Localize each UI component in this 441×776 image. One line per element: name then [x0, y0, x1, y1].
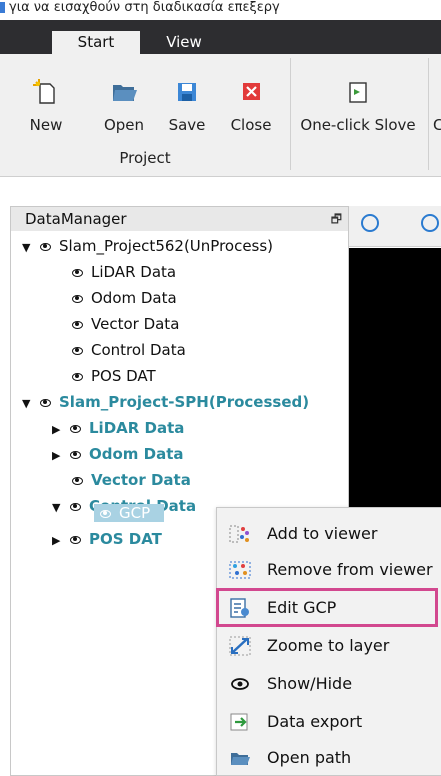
- tree-item-label: Control Data: [91, 341, 186, 359]
- new-file-icon: [32, 78, 60, 106]
- project-name: Slam_Project562(UnProcess): [59, 237, 274, 255]
- save-disk-icon: [173, 78, 201, 106]
- eye-icon[interactable]: [72, 268, 83, 277]
- tree-child-item[interactable]: POS DAT: [72, 363, 156, 389]
- one-click-solve-icon: [344, 78, 372, 106]
- tree-item-label: Odom Data: [91, 289, 177, 307]
- collapsed-arrow-icon[interactable]: ▶: [52, 417, 66, 443]
- zoom-out-icon[interactable]: [421, 214, 439, 232]
- edit-gcp-highlight-box: [216, 588, 438, 627]
- project-group-label: Project: [119, 149, 171, 167]
- tree-child-item[interactable]: ▶ Odom Data: [52, 441, 184, 467]
- tree-child-item[interactable]: Vector Data: [72, 467, 191, 493]
- data-manager-title: DataManager: [25, 210, 127, 228]
- tree-item-label: Vector Data: [91, 471, 191, 489]
- top-text-strip: για να εισαχθούν στη διαδικασία επεξεργ: [0, 0, 441, 20]
- tree-gcp-item[interactable]: GCP: [94, 500, 165, 526]
- context-menu: Add to viewer Remove from viewer Edit GC…: [216, 507, 441, 776]
- eye-icon[interactable]: [72, 320, 83, 329]
- menu-item-label: Open path: [267, 748, 352, 767]
- tree-child-item[interactable]: ▶ LiDAR Data: [52, 415, 184, 441]
- tree-item-label: LiDAR Data: [89, 419, 185, 437]
- open-folder-icon: [110, 78, 138, 106]
- save-label: Save: [168, 116, 206, 134]
- eye-icon[interactable]: [70, 535, 81, 544]
- ribbon-separator: [428, 58, 429, 170]
- folder-icon: [231, 753, 250, 765]
- ribbon: New Open Save Close One-click Slove C Pr…: [0, 54, 441, 177]
- eye-icon[interactable]: [40, 398, 51, 407]
- menu-item-label: Show/Hide: [267, 674, 353, 693]
- tree-item-label: GCP: [119, 504, 151, 522]
- eye-icon[interactable]: [72, 346, 83, 355]
- eye-icon[interactable]: [72, 294, 83, 303]
- tree-project-item[interactable]: ▼ Slam_Project562(UnProcess): [22, 233, 273, 259]
- new-label: New: [29, 116, 63, 134]
- remove-from-viewer-icon: [229, 561, 251, 579]
- menu-item-label: Remove from viewer: [267, 560, 433, 579]
- zoom-to-layer-icon: [229, 636, 251, 656]
- tab-view[interactable]: View: [152, 31, 216, 55]
- open-label: Open: [103, 116, 145, 134]
- overflow-button-fragment[interactable]: C: [433, 116, 441, 134]
- menu-item-label: Add to viewer: [267, 524, 378, 543]
- viewer-toolbar: [349, 206, 441, 247]
- data-manager-header: DataManager 🗗: [11, 207, 348, 231]
- float-window-icon[interactable]: 🗗: [331, 207, 342, 231]
- menu-item-label: Zoome to layer: [267, 636, 390, 655]
- ribbon-tab-bar: Start View: [0, 20, 441, 55]
- one-click-solve-button[interactable]: One-click Slove: [294, 78, 422, 134]
- eye-icon[interactable]: [70, 424, 81, 433]
- menu-item-remove-from-viewer[interactable]: Remove from viewer: [217, 552, 441, 588]
- ribbon-separator: [290, 58, 291, 170]
- eye-icon[interactable]: [72, 476, 83, 485]
- tree-project-item[interactable]: ▼ Slam_Project-SPH(Processed): [22, 389, 309, 415]
- gcp-selected-row[interactable]: GCP: [94, 504, 165, 522]
- menu-item-data-export[interactable]: Data export: [217, 704, 441, 740]
- tree-child-item[interactable]: Vector Data: [72, 311, 179, 337]
- collapsed-arrow-icon[interactable]: ▶: [52, 443, 66, 469]
- eye-icon[interactable]: [72, 372, 83, 381]
- add-to-viewer-icon: [229, 525, 249, 543]
- tree-item-label: POS DAT: [89, 530, 162, 548]
- expanded-arrow-icon[interactable]: ▼: [52, 495, 66, 521]
- eye-icon[interactable]: [70, 450, 81, 459]
- collapsed-arrow-icon[interactable]: ▶: [52, 528, 66, 554]
- eye-icon[interactable]: [100, 509, 111, 518]
- menu-item-zoom-to-layer[interactable]: Zoome to layer: [217, 628, 441, 664]
- close-button[interactable]: Close: [228, 78, 274, 134]
- one-click-solve-label: One-click Slove: [300, 116, 416, 134]
- close-label: Close: [230, 116, 272, 134]
- new-button[interactable]: New: [26, 78, 66, 134]
- zoom-in-icon[interactable]: [361, 214, 379, 232]
- tree-child-item[interactable]: ▶ POS DAT: [52, 526, 162, 552]
- tree-child-item[interactable]: Control Data: [72, 337, 186, 363]
- close-x-icon: [237, 78, 265, 106]
- expanded-arrow-icon[interactable]: ▼: [22, 235, 36, 261]
- expanded-arrow-icon[interactable]: ▼: [22, 391, 36, 417]
- eye-icon[interactable]: [40, 242, 51, 251]
- save-button[interactable]: Save: [166, 78, 208, 134]
- text-cursor-mark: [0, 2, 5, 13]
- top-strip-text: για να εισαχθούν στη διαδικασία επεξεργ: [9, 0, 280, 15]
- menu-item-add-to-viewer[interactable]: Add to viewer: [217, 516, 441, 552]
- tree-child-item[interactable]: LiDAR Data: [72, 259, 176, 285]
- tree-item-label: Vector Data: [91, 315, 180, 333]
- menu-item-show-hide[interactable]: Show/Hide: [217, 666, 441, 702]
- tab-start[interactable]: Start: [52, 31, 140, 55]
- project-name: Slam_Project-SPH(Processed): [59, 393, 310, 411]
- eye-icon[interactable]: [70, 502, 81, 511]
- tree-item-label: POS DAT: [91, 367, 156, 385]
- menu-item-open-path[interactable]: Open path: [217, 740, 441, 776]
- tree-item-label: Odom Data: [89, 445, 184, 463]
- eye-icon: [231, 678, 249, 690]
- open-button[interactable]: Open: [100, 78, 148, 134]
- tree-item-label: LiDAR Data: [91, 263, 177, 281]
- tree-child-item[interactable]: Odom Data: [72, 285, 177, 311]
- menu-item-label: Data export: [267, 712, 363, 731]
- data-export-icon: [230, 713, 248, 731]
